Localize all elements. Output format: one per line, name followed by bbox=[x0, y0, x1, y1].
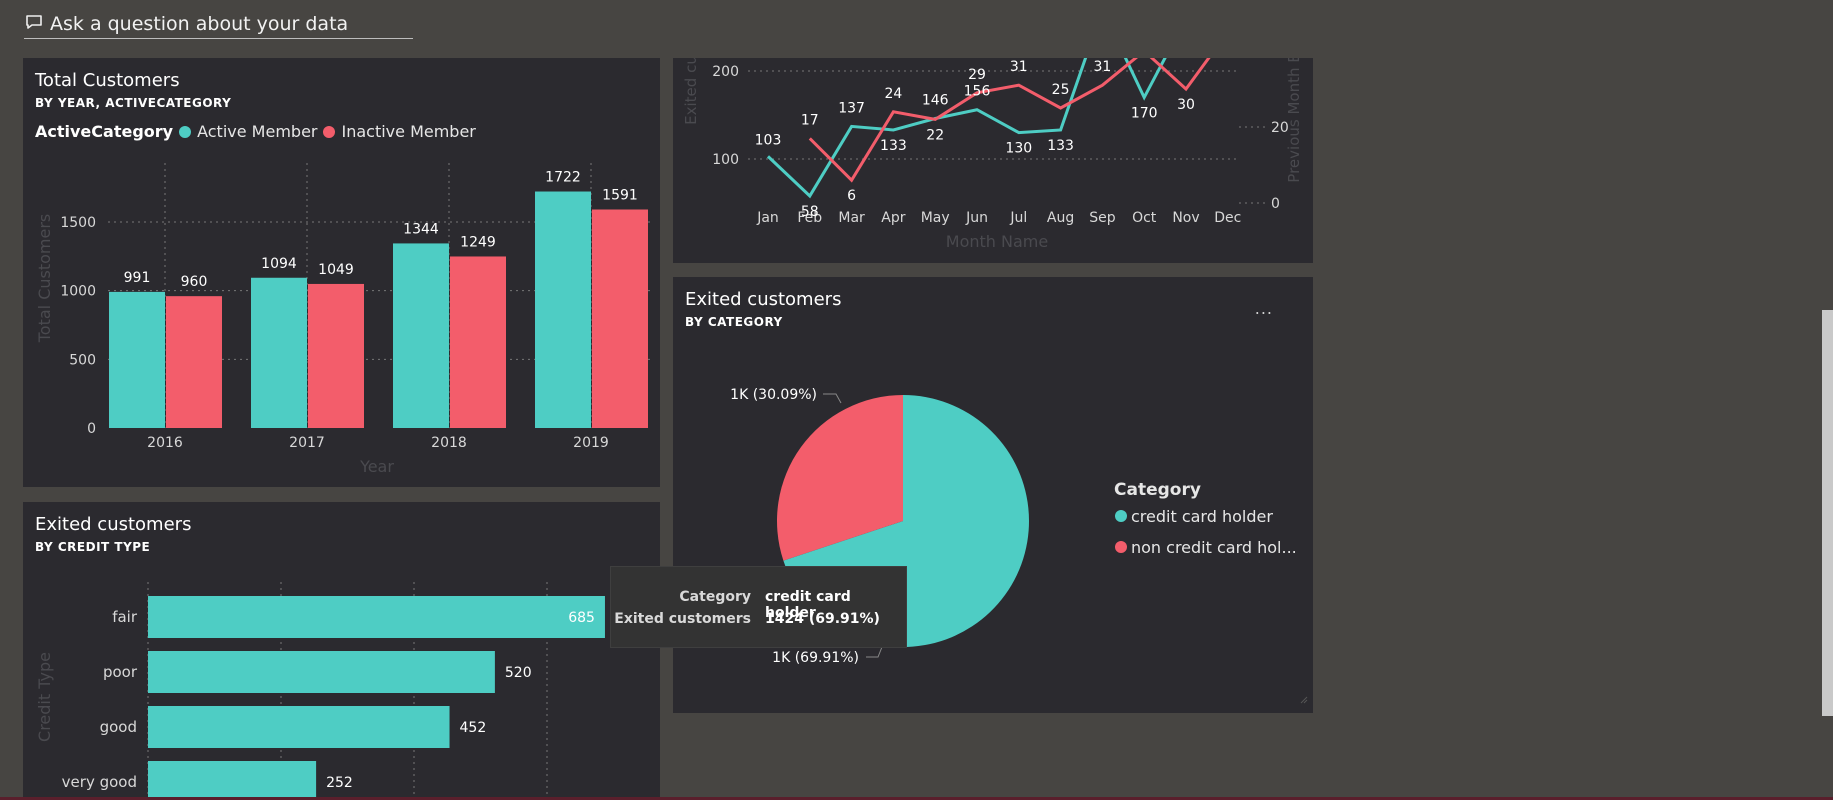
bar-inactive[interactable] bbox=[166, 296, 222, 428]
data-label: 22 bbox=[926, 127, 944, 143]
x-tick-label: Dec bbox=[1214, 210, 1241, 226]
x-tick-label: Nov bbox=[1172, 210, 1199, 226]
total-customers-chart[interactable]: 0 500 1000 1500 991 960 2016 1094 1049 2017 1344 12… bbox=[23, 58, 660, 487]
monthly-exited-card[interactable]: 200 100 20 0 Jan Feb Mar Apr May Jun Jul Aug Sep Oct N… bbox=[673, 58, 1313, 263]
data-label: 31 bbox=[1093, 59, 1111, 75]
legend-item-noncredit[interactable]: non credit card hol... bbox=[1131, 538, 1297, 557]
x-tick-label: Oct bbox=[1132, 210, 1157, 226]
data-label: 103 bbox=[755, 132, 782, 148]
pie-tooltip: Category credit card holder Exited custo… bbox=[610, 566, 907, 648]
y-tick-label: very good bbox=[62, 773, 137, 791]
data-label: 452 bbox=[460, 720, 487, 736]
bar-active[interactable] bbox=[393, 243, 449, 428]
data-label: 520 bbox=[505, 665, 532, 681]
data-label: 133 bbox=[880, 138, 907, 154]
y-tick-label-left: 200 bbox=[712, 64, 739, 80]
data-label: 1049 bbox=[318, 262, 354, 278]
x-tick-label: Mar bbox=[838, 210, 865, 226]
bar-inactive[interactable] bbox=[592, 209, 648, 428]
data-label: 1591 bbox=[602, 188, 638, 204]
data-label: 960 bbox=[181, 274, 208, 290]
x-tick-label: Jan bbox=[756, 210, 779, 226]
x-tick-label: Sep bbox=[1089, 210, 1116, 226]
pie-label-bottom: 1K (69.91%) bbox=[772, 650, 859, 666]
data-label: 156 bbox=[964, 84, 991, 100]
y-tick-label: 1000 bbox=[60, 284, 96, 300]
data-label: 30 bbox=[1177, 97, 1195, 113]
speech-bubble-icon bbox=[24, 12, 44, 37]
bar-active[interactable] bbox=[535, 191, 591, 428]
tooltip-key-exited: Exited customers bbox=[614, 611, 751, 627]
x-axis-title: Year bbox=[359, 457, 394, 476]
x-tick-label: May bbox=[921, 210, 950, 226]
legend-swatch-credit bbox=[1115, 510, 1127, 522]
x-tick-label: Apr bbox=[881, 210, 905, 226]
data-label: 146 bbox=[922, 93, 949, 109]
data-label: 1722 bbox=[545, 170, 581, 186]
x-tick-label: Jul bbox=[1009, 210, 1027, 226]
line-previous[interactable] bbox=[808, 58, 1228, 183]
data-label: 170 bbox=[1131, 105, 1158, 121]
y-tick-label-left: 100 bbox=[712, 152, 739, 168]
y-axis-title-left: Exited cu bbox=[682, 58, 700, 125]
exited-credit-type-chart[interactable]: fair 685 poor 520 good 452 very good 252 Credit… bbox=[23, 502, 660, 800]
data-label: 6 bbox=[847, 188, 856, 204]
exited-credit-type-card[interactable]: Exited customers BY CREDIT TYPE fair 685 p… bbox=[23, 502, 660, 800]
data-label: 685 bbox=[568, 610, 595, 626]
legend-item-credit[interactable]: credit card holder bbox=[1131, 507, 1273, 526]
data-label: 1344 bbox=[403, 221, 439, 237]
bar-active[interactable] bbox=[109, 291, 165, 428]
pie-label-top: 1K (30.09%) bbox=[730, 387, 817, 403]
data-label: 991 bbox=[124, 270, 151, 286]
x-tick-label: Aug bbox=[1047, 210, 1074, 226]
data-label: 17 bbox=[801, 112, 819, 128]
y-tick-label: fair bbox=[112, 608, 138, 626]
bar-inactive[interactable] bbox=[450, 256, 506, 428]
y-tick-label: 0 bbox=[87, 421, 96, 437]
bar-inactive[interactable] bbox=[308, 283, 364, 428]
bar[interactable] bbox=[148, 761, 317, 800]
data-label: 252 bbox=[326, 775, 353, 791]
x-tick-label: 2016 bbox=[147, 435, 183, 451]
tooltip-value-exited: 1424 (69.91%) bbox=[765, 611, 880, 627]
qa-placeholder: Ask a question about your data bbox=[50, 13, 349, 35]
data-label: 29 bbox=[968, 67, 986, 83]
qa-search-bar[interactable]: Ask a question about your data bbox=[24, 10, 413, 39]
x-axis-title: Month Name bbox=[946, 232, 1048, 251]
x-tick-label: Jun bbox=[965, 210, 988, 226]
y-axis-title-right: Previous Month E bbox=[1285, 58, 1303, 183]
x-tick-label: 2018 bbox=[431, 435, 467, 451]
legend-swatch-noncredit bbox=[1115, 541, 1127, 553]
data-label: 24 bbox=[884, 86, 902, 102]
bar[interactable] bbox=[148, 651, 495, 693]
y-tick-label: good bbox=[100, 718, 137, 736]
y-axis-title: Credit Type bbox=[35, 652, 54, 742]
x-tick-label: 2017 bbox=[289, 435, 325, 451]
y-tick-label-right: 0 bbox=[1271, 196, 1280, 212]
label-leader-top bbox=[823, 393, 842, 404]
legend-title: Category bbox=[1114, 480, 1201, 500]
data-label: 1094 bbox=[261, 256, 297, 272]
data-label: 25 bbox=[1052, 82, 1070, 98]
bar[interactable] bbox=[148, 596, 605, 638]
data-label: 130 bbox=[1005, 141, 1032, 157]
y-tick-label: poor bbox=[103, 663, 138, 681]
data-label: 31 bbox=[1010, 59, 1028, 75]
bar-active[interactable] bbox=[251, 277, 307, 428]
label-leader-bottom bbox=[866, 646, 883, 658]
monthly-exited-chart[interactable]: 200100200Jan Feb Mar Apr May Jun Jul Aug Sep Oct N… bbox=[673, 58, 1313, 263]
tooltip-key-category: Category bbox=[679, 589, 751, 605]
y-tick-label: 1500 bbox=[60, 215, 96, 231]
data-label: 1249 bbox=[460, 234, 496, 250]
x-tick-label: 2019 bbox=[573, 435, 609, 451]
resize-handle-icon[interactable] bbox=[1300, 696, 1308, 704]
data-label: 133 bbox=[1047, 138, 1074, 154]
vertical-scrollbar[interactable] bbox=[1822, 310, 1833, 716]
data-label: 58 bbox=[801, 204, 819, 220]
y-tick-label: 500 bbox=[69, 352, 96, 368]
bar[interactable] bbox=[148, 706, 450, 748]
y-axis-title: Total Customers bbox=[35, 214, 54, 344]
total-customers-card[interactable]: Total Customers BY YEAR, ACTIVECATEGORY … bbox=[23, 58, 660, 487]
data-label: 137 bbox=[838, 100, 865, 116]
